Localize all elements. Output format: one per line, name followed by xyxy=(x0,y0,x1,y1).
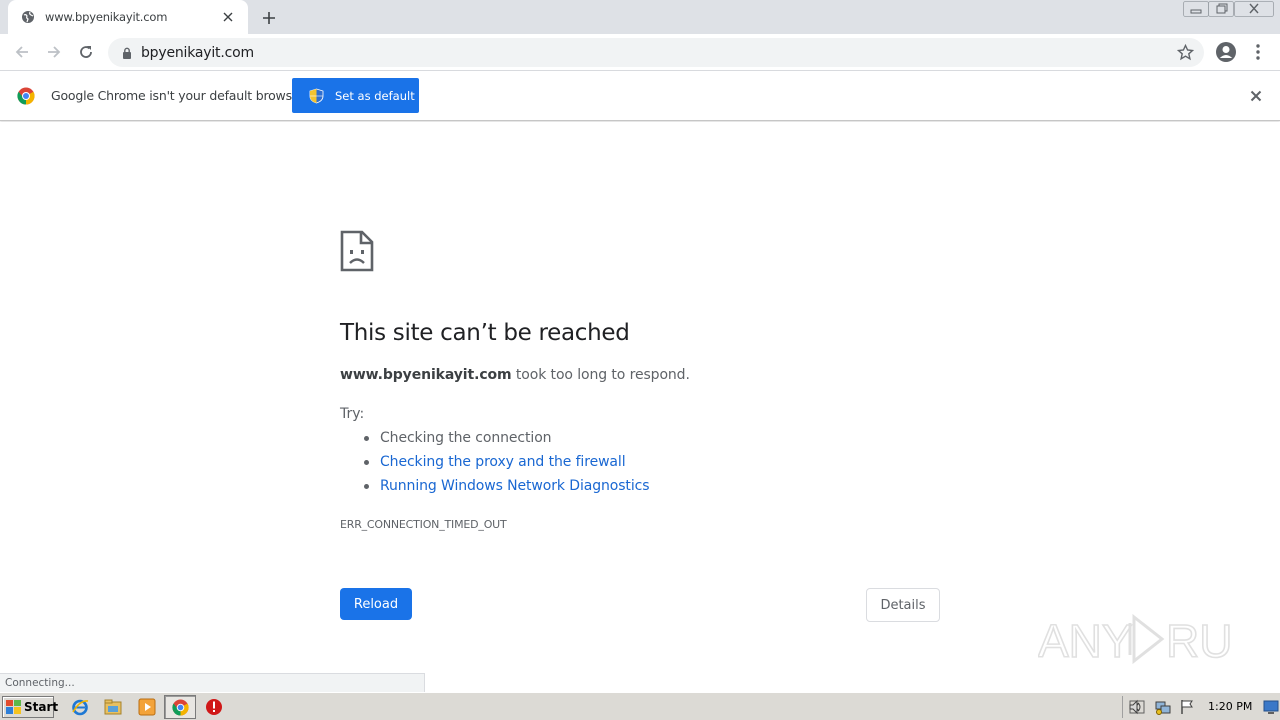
chrome-logo-icon xyxy=(17,87,35,105)
media-player-icon[interactable] xyxy=(138,698,156,716)
volume-icon[interactable] xyxy=(1128,699,1144,715)
error-description-text: took too long to respond. xyxy=(511,367,690,383)
browser-tab[interactable]: www.bpyenikayit.com xyxy=(8,0,248,34)
infobar-close-icon[interactable] xyxy=(1248,88,1264,104)
start-button[interactable]: Start xyxy=(2,696,58,718)
globe-icon xyxy=(20,9,36,25)
suggestion-list: Checking the connection Checking the pro… xyxy=(362,428,650,500)
forward-button[interactable] xyxy=(42,40,66,64)
back-button[interactable] xyxy=(10,40,34,64)
uac-shield-icon xyxy=(309,88,324,104)
windows-logo-icon xyxy=(6,700,21,714)
status-bubble: Connecting... xyxy=(0,673,425,692)
svg-text:ANY: ANY xyxy=(1038,615,1133,667)
anyrun-watermark-logo: ANY RUN xyxy=(1037,609,1266,669)
title-bar: www.bpyenikayit.com xyxy=(0,0,1280,34)
error-description: www.bpyenikayit.com took too long to res… xyxy=(340,367,690,383)
infobar-message: Google Chrome isn't your default browser xyxy=(51,88,305,103)
reload-icon[interactable] xyxy=(74,40,98,64)
stop-sign-icon[interactable] xyxy=(205,698,223,716)
menu-kebab-icon[interactable] xyxy=(1250,41,1266,63)
minimize-button[interactable] xyxy=(1183,1,1209,17)
windows-taskbar: Start 1:20 PM xyxy=(0,692,1280,720)
error-title: This site can’t be reached xyxy=(340,320,630,346)
url-text[interactable]: bpyenikayit.com xyxy=(141,45,254,61)
set-as-default-label: Set as default xyxy=(335,88,415,103)
details-button[interactable]: Details xyxy=(866,588,940,622)
close-window-button[interactable] xyxy=(1234,1,1274,17)
suggestion-network-diagnostics-link[interactable]: Running Windows Network Diagnostics xyxy=(362,476,650,500)
error-code: ERR_CONNECTION_TIMED_OUT xyxy=(340,518,507,531)
reload-button[interactable]: Reload xyxy=(340,588,412,620)
error-host: www.bpyenikayit.com xyxy=(340,367,512,383)
set-as-default-button[interactable]: Set as default xyxy=(292,78,419,113)
suggestion-check-connection: Checking the connection xyxy=(362,428,649,452)
browser-toolbar: bpyenikayit.com xyxy=(0,34,1280,71)
try-label: Try: xyxy=(340,406,365,422)
taskbar-clock[interactable]: 1:20 PM xyxy=(1208,700,1252,713)
bookmark-star-icon[interactable] xyxy=(1176,43,1195,61)
network-icon[interactable] xyxy=(1155,699,1171,715)
restore-button[interactable] xyxy=(1208,1,1234,17)
tab-title: www.bpyenikayit.com xyxy=(45,10,168,24)
flag-icon[interactable] xyxy=(1179,699,1195,715)
address-bar[interactable]: bpyenikayit.com xyxy=(108,38,1204,67)
svg-text:RUN: RUN xyxy=(1166,615,1234,667)
profile-avatar-icon[interactable] xyxy=(1215,41,1237,63)
tab-close-icon[interactable] xyxy=(220,9,236,25)
chrome-taskbar-button[interactable] xyxy=(164,695,196,719)
sad-page-icon xyxy=(340,230,374,272)
error-page: This site can’t be reached www.bpyenikay… xyxy=(0,122,1280,692)
suggestion-check-proxy-link[interactable]: Checking the proxy and the firewall xyxy=(362,452,649,476)
internet-explorer-icon[interactable] xyxy=(71,698,89,716)
new-tab-button[interactable] xyxy=(258,7,280,29)
show-desktop-icon[interactable] xyxy=(1263,699,1279,715)
system-tray xyxy=(1122,696,1280,718)
default-browser-infobar: Google Chrome isn't your default browser… xyxy=(0,71,1280,121)
chrome-taskbar-icon xyxy=(172,699,189,716)
lock-icon[interactable] xyxy=(120,46,134,60)
start-label: Start xyxy=(24,700,59,714)
file-explorer-icon[interactable] xyxy=(104,698,122,716)
